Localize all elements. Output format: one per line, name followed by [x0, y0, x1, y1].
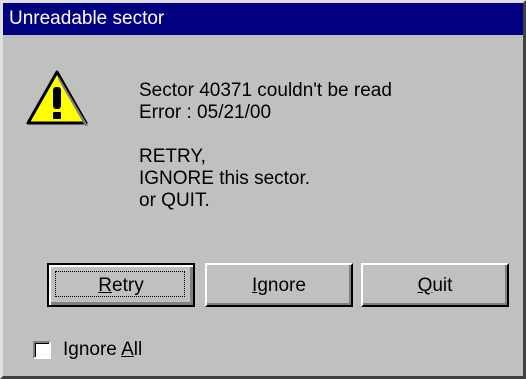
title-bar[interactable]: Unreadable sector: [3, 3, 523, 35]
message-line-sector: Sector 40371 couldn't be read: [139, 80, 392, 101]
quit-button[interactable]: Quit: [361, 263, 509, 307]
message-line-ignore: IGNORE this sector.: [139, 168, 311, 189]
ignore-button-label: Ignore: [252, 275, 306, 296]
retry-button[interactable]: Retry: [47, 263, 195, 307]
ignore-all-checkbox[interactable]: [33, 341, 51, 359]
retry-button-label: Retry: [98, 275, 144, 296]
message-line-quit: or QUIT.: [139, 190, 210, 211]
dialog-body: Unreadable sector Sector 40371 couldn't …: [3, 3, 523, 376]
unreadable-sector-dialog: Unreadable sector Sector 40371 couldn't …: [0, 0, 526, 379]
ignore-button[interactable]: Ignore: [205, 263, 353, 307]
quit-accelerator: Q: [417, 275, 433, 296]
ignore-all-label[interactable]: Ignore All: [63, 339, 142, 361]
ignore-all-accelerator: A: [121, 339, 134, 360]
message-line-retry: RETRY,: [139, 146, 206, 167]
warning-icon: [26, 70, 88, 126]
message-line-error: Error : 05/21/00: [139, 102, 272, 123]
window-title: Unreadable sector: [9, 8, 165, 29]
quit-button-label: Quit: [417, 275, 453, 296]
retry-accelerator: R: [98, 275, 113, 296]
